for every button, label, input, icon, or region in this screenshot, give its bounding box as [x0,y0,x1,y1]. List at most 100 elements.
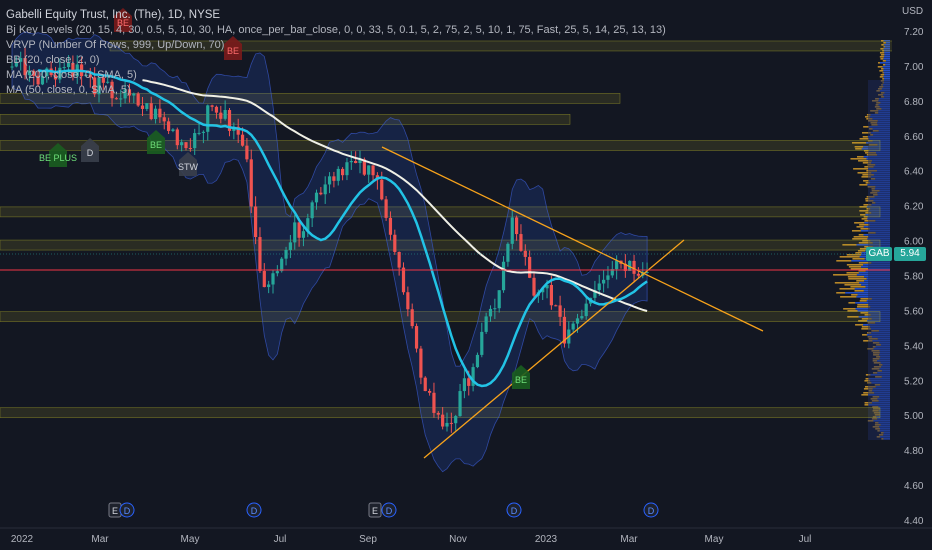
event-label: E [112,506,118,516]
time-axis[interactable]: 2022 Mar May Jul Sep Nov 2023 Mar May Jul [0,527,932,545]
signal-label: STW [178,162,199,172]
time-tick-label: Sep [359,534,377,545]
legend-vrvp[interactable]: VRVP (Number Of Rows, 999, Up/Down, 70) [6,38,666,53]
candle-body [332,176,336,181]
time-tick-label: May [705,534,724,545]
candle-body [254,206,258,238]
legend-key-levels[interactable]: Bj Key Levels (20, 15, 4, 30, 0.5, 5, 10… [6,23,666,38]
key-level-zone [0,140,881,151]
candle-body [188,148,192,150]
candle-body [393,234,397,252]
candle-body [210,105,214,107]
candle-body [145,103,149,109]
candle-body [602,279,606,284]
candle-body [240,134,245,146]
candle-body [519,234,523,251]
candle-body [501,261,506,291]
profile-bar-up [882,66,890,68]
candle-body [314,192,319,203]
candle-body [449,422,453,424]
profile-bar-down [856,280,865,282]
price-tick-label: 7.20 [904,27,924,38]
profile-bar-down [883,64,886,66]
candle-body [414,326,419,349]
profile-bar-down [880,74,885,76]
profile-bar-down [881,68,884,70]
legend-ma50[interactable]: MA (50, close, 0, SMA, 5) [6,83,666,98]
candle-body [554,305,558,307]
profile-bar-down [861,218,868,220]
price-tick-label: 6.60 [904,132,924,143]
candle-body [441,414,445,427]
candle-body [206,105,210,132]
candle-body [515,217,519,235]
symbol-tag: GAB [866,247,892,261]
candle-body [245,145,249,160]
price-tick-label: 5.60 [904,306,924,317]
price-axis[interactable]: 7.20 7.00 6.80 6.60 6.40 6.20 6.00 5.80 5.60 5.40… [892,0,932,528]
time-tick-label: Jul [274,534,287,545]
profile-bar-down [834,282,860,284]
candle-body [171,129,175,131]
candle-body [193,133,197,149]
candle-body [428,390,432,393]
legend-ma200[interactable]: MA (200, close, 0, SMA, 5) [6,68,666,83]
profile-bar-up [884,74,890,76]
candle-body [388,217,393,235]
candle-body [475,354,480,368]
profile-bar-down [853,236,869,238]
time-tick-label: Mar [620,534,638,545]
profile-bar-up [885,64,890,66]
profile-bar-down [850,286,866,288]
candle-body [201,131,205,133]
time-tick-label: Nov [449,534,467,545]
time-tick-label: 2023 [535,534,558,545]
current-price-tag: 5.94 [894,247,926,261]
candle-body [436,412,440,415]
candle-body [419,348,423,378]
signal-label: D [87,148,94,158]
profile-bar-down [880,58,884,60]
candle-body [349,160,353,163]
profile-bar-down [846,272,859,274]
price-tick-label: 4.40 [904,516,924,527]
candle-body [275,271,279,274]
event-markers[interactable]: EDDEDDD [108,502,659,518]
profile-bar-down [855,252,862,254]
candle-body [454,416,458,424]
candle-body [336,168,340,181]
profile-bar-up [883,58,890,60]
candle-body [575,318,580,324]
profile-bar-down [854,290,864,292]
profile-bar-down [852,238,868,240]
profile-bar-up [883,70,890,72]
candle-body [571,323,575,330]
candle-body [354,160,358,164]
profile-bar-down [854,222,865,224]
profile-bar-down [882,72,884,74]
candle-body [615,260,619,270]
candle-body [114,98,118,100]
event-label: D [251,506,258,516]
legend-bb[interactable]: BB (20, close, 2, 0) [6,53,666,68]
currency-label[interactable]: USD [902,6,923,17]
candle-body [293,222,297,243]
profile-bar-down [861,394,869,396]
profile-bar-down [852,258,865,260]
profile-bar-down [858,234,864,236]
profile-bar-down [850,268,869,270]
profile-bar-down [879,70,884,72]
candle-body [458,391,462,417]
price-tick-label: 5.40 [904,341,924,352]
event-label: D [511,506,518,516]
profile-bar-down [857,304,869,306]
candle-body [167,121,171,131]
candle-body [327,176,332,185]
candle-body [510,217,514,244]
profile-bar-down [882,78,884,80]
price-tick-label: 5.00 [904,411,924,422]
profile-bar-down [880,54,885,56]
profile-bar-up [883,72,890,74]
candle-body [219,112,223,119]
key-level-zone [0,114,571,125]
